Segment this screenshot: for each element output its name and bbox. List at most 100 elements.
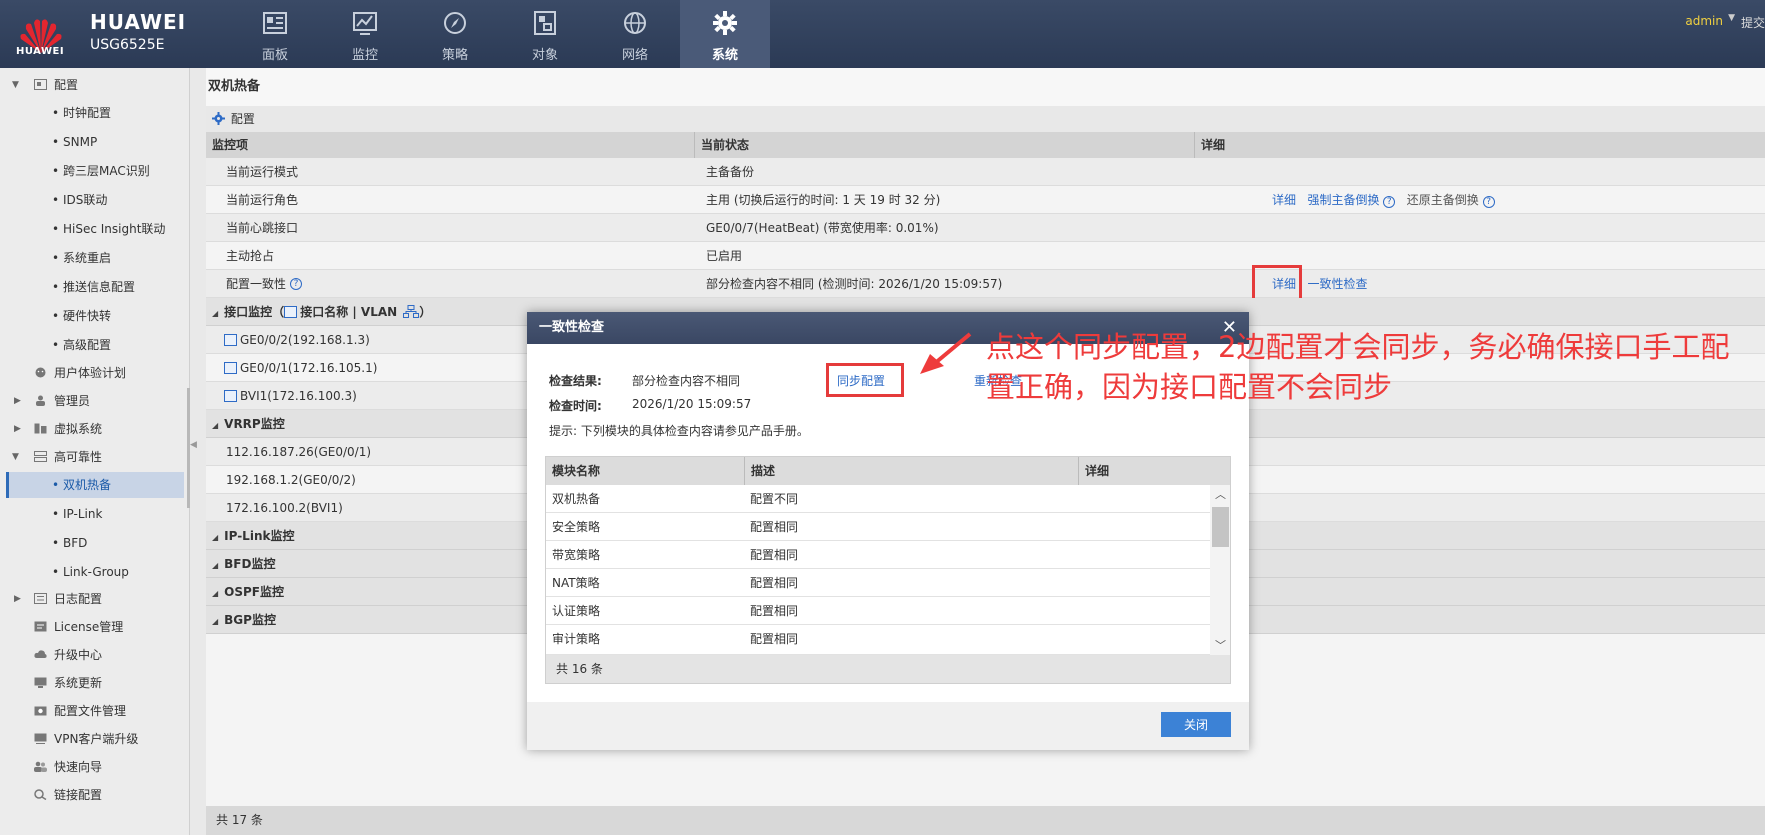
sidebar-item-hot-standby[interactable]: • 双机热备 (6, 472, 184, 498)
scrollbar-thumb[interactable] (1212, 507, 1229, 547)
sidebar-item-label: 硬件快转 (63, 309, 112, 323)
nav-monitor[interactable]: 监控 (320, 0, 410, 68)
collapse-triangle-icon[interactable]: ◢ (212, 533, 218, 542)
user-menu[interactable]: admin (1685, 14, 1723, 28)
collapse-triangle-icon[interactable]: ◢ (212, 421, 218, 430)
sidebar-item-label: 高级配置 (63, 338, 112, 352)
table-row: 当前运行角色 主用 (切换后运行的时间: 1 天 19 时 32 分) 详细 强… (206, 186, 1765, 214)
result-value: 部分检查内容不相同 (632, 374, 741, 388)
dialog-footer: 关闭 (527, 702, 1249, 750)
restore-switch-link[interactable]: 还原主备倒换 (1407, 193, 1479, 207)
collapse-triangle-icon[interactable]: ◢ (212, 589, 218, 598)
nav-object-label: 对象 (531, 48, 558, 63)
table-row: 配置一致性? 部分检查内容不相同 (检测时间: 2026/1/20 15:09:… (206, 270, 1765, 298)
object-icon (534, 11, 556, 35)
log-icon (34, 593, 47, 604)
expand-arrow-icon[interactable]: ▶ (14, 586, 21, 612)
sidebar-item-label: IDS联动 (63, 193, 108, 207)
main-nav: 面板 监控 策略 对象 网络 系统 (230, 0, 770, 68)
cloud-upload-icon (34, 650, 47, 658)
top-bar: HUAWEI HUAWEI USG6525E 面板 监控 策略 对象 网络 系统… (0, 0, 1765, 68)
consistency-check-link[interactable]: 一致性检查 (1307, 277, 1367, 291)
table-row: 认证策略 配置相同 (546, 597, 1210, 625)
table-row: 当前运行模式 主备备份 (206, 158, 1765, 186)
sidebar-item-label: 高可靠性 (54, 450, 103, 464)
vlan-icon (403, 305, 420, 318)
sidebar-item-label: 用户体验计划 (54, 366, 127, 380)
nav-object[interactable]: 对象 (500, 0, 590, 68)
sidebar-item-label: 链接配置 (54, 788, 103, 802)
help-icon[interactable]: ? (290, 278, 302, 290)
nav-dashboard[interactable]: 面板 (230, 0, 320, 68)
nav-policy[interactable]: 策略 (410, 0, 500, 68)
collapse-sidebar-icon[interactable]: ◀ (190, 440, 198, 450)
nav-network[interactable]: 网络 (590, 0, 680, 68)
sidebar-item-label: 配置文件管理 (54, 704, 127, 718)
expand-arrow-icon[interactable]: ▼ (12, 444, 19, 470)
search-link-icon (34, 789, 47, 800)
table-row: 当前心跳接口 GE0/0/7(HeatBeat) (带宽使用率: 0.01%) (206, 214, 1765, 242)
highlight-box (1252, 265, 1302, 301)
sidebar-item-label: 配置 (54, 78, 79, 92)
nav-policy-label: 策略 (441, 48, 468, 63)
collapse-triangle-icon[interactable]: ◢ (212, 561, 218, 570)
nav-system[interactable]: 系统 (680, 0, 770, 68)
help-icon[interactable]: ? (1482, 196, 1495, 208)
chevron-up-icon[interactable]: ︿ (1215, 486, 1226, 502)
detail-link[interactable]: 详细 (1272, 193, 1296, 207)
collapse-triangle-icon[interactable]: ◢ (212, 617, 218, 626)
sidebar-item-label: Link-Group (63, 565, 129, 579)
gear-icon (212, 112, 225, 125)
nav-system-label: 系统 (711, 48, 738, 63)
expand-arrow-icon[interactable]: ▼ (12, 72, 19, 98)
config-label: 配置 (230, 112, 255, 126)
table-row: NAT策略 配置相同 (546, 569, 1210, 597)
config-icon (34, 79, 47, 90)
sidebar-item-label: VPN客户端升级 (54, 732, 139, 746)
tip-text: 提示: 下列模块的具体检查内容请参见产品手册。 (549, 424, 809, 438)
time-label: 检查时间: (549, 399, 602, 413)
time-value: 2026/1/20 15:09:57 (632, 397, 752, 411)
module-table-header: 模块名称 描述 详细 (546, 457, 1230, 485)
table-scrollbar[interactable]: ︿ ﹀ (1210, 485, 1230, 655)
annotation-line2: 置正确，因为接口配置不会同步 (986, 370, 1393, 404)
sidebar-item-label: HiSec Insight联动 (63, 222, 166, 236)
col-item: 监控项 (212, 138, 249, 152)
dialog-title: 一致性检查 (539, 320, 605, 335)
users-icon (34, 761, 47, 772)
chevron-down-icon[interactable]: ﹀ (1215, 637, 1226, 653)
module-table: 模块名称 描述 详细 双机热备 配置不同 安全策略 配置相同 带宽策略 配置相同 NA… (545, 456, 1231, 684)
vsys-icon (34, 423, 47, 434)
sidebar-item-label: 管理员 (54, 394, 91, 408)
sidebar-item-label: 双机热备 (63, 478, 112, 492)
submit-button[interactable]: 提交 (1741, 14, 1765, 31)
sidebar-item-label: 升级中心 (54, 648, 103, 662)
sidebar-item-label: 虚拟系统 (54, 422, 103, 436)
col-status: 当前状态 (694, 132, 749, 158)
globe-icon (624, 12, 646, 34)
config-file-icon (34, 706, 47, 716)
sidebar-item-label: 系统更新 (54, 676, 103, 690)
col-module: 模块名称 (552, 464, 601, 478)
force-switch-link[interactable]: 强制主备倒换 (1307, 193, 1379, 207)
expand-arrow-icon[interactable]: ▶ (14, 388, 21, 414)
collapse-triangle-icon[interactable]: ◢ (212, 309, 218, 318)
sidebar-item-label: 系统重启 (63, 251, 112, 265)
nav-monitor-label: 监控 (351, 48, 378, 63)
table-footer: 共 17 条 (206, 806, 1765, 835)
sidebar: ▼ 配置 • 时钟配置 • SNMP • 跨三层MAC识别 • IDS联动 • HiSec… (0, 68, 190, 835)
sidebar-item-label: BFD (63, 536, 88, 550)
annotation-arrow-icon (920, 332, 972, 374)
license-icon (34, 621, 47, 632)
close-button[interactable]: 关闭 (1161, 712, 1231, 737)
col-detail: 详细 (1194, 132, 1225, 158)
user-icon (36, 395, 45, 406)
caret-down-icon[interactable]: ▼ (1728, 13, 1735, 23)
compass-icon (444, 12, 466, 34)
status-table-header: 监控项 当前状态 详细 (206, 132, 1765, 158)
expand-arrow-icon[interactable]: ▶ (14, 416, 21, 442)
table-total: 共 16 条 (546, 655, 1230, 683)
annotation-line1: 点这个同步配置，2边配置才会同步，务必确保接口手工配 (986, 330, 1730, 364)
brand-name: HUAWEI (90, 10, 187, 34)
help-icon[interactable]: ? (1383, 196, 1396, 208)
